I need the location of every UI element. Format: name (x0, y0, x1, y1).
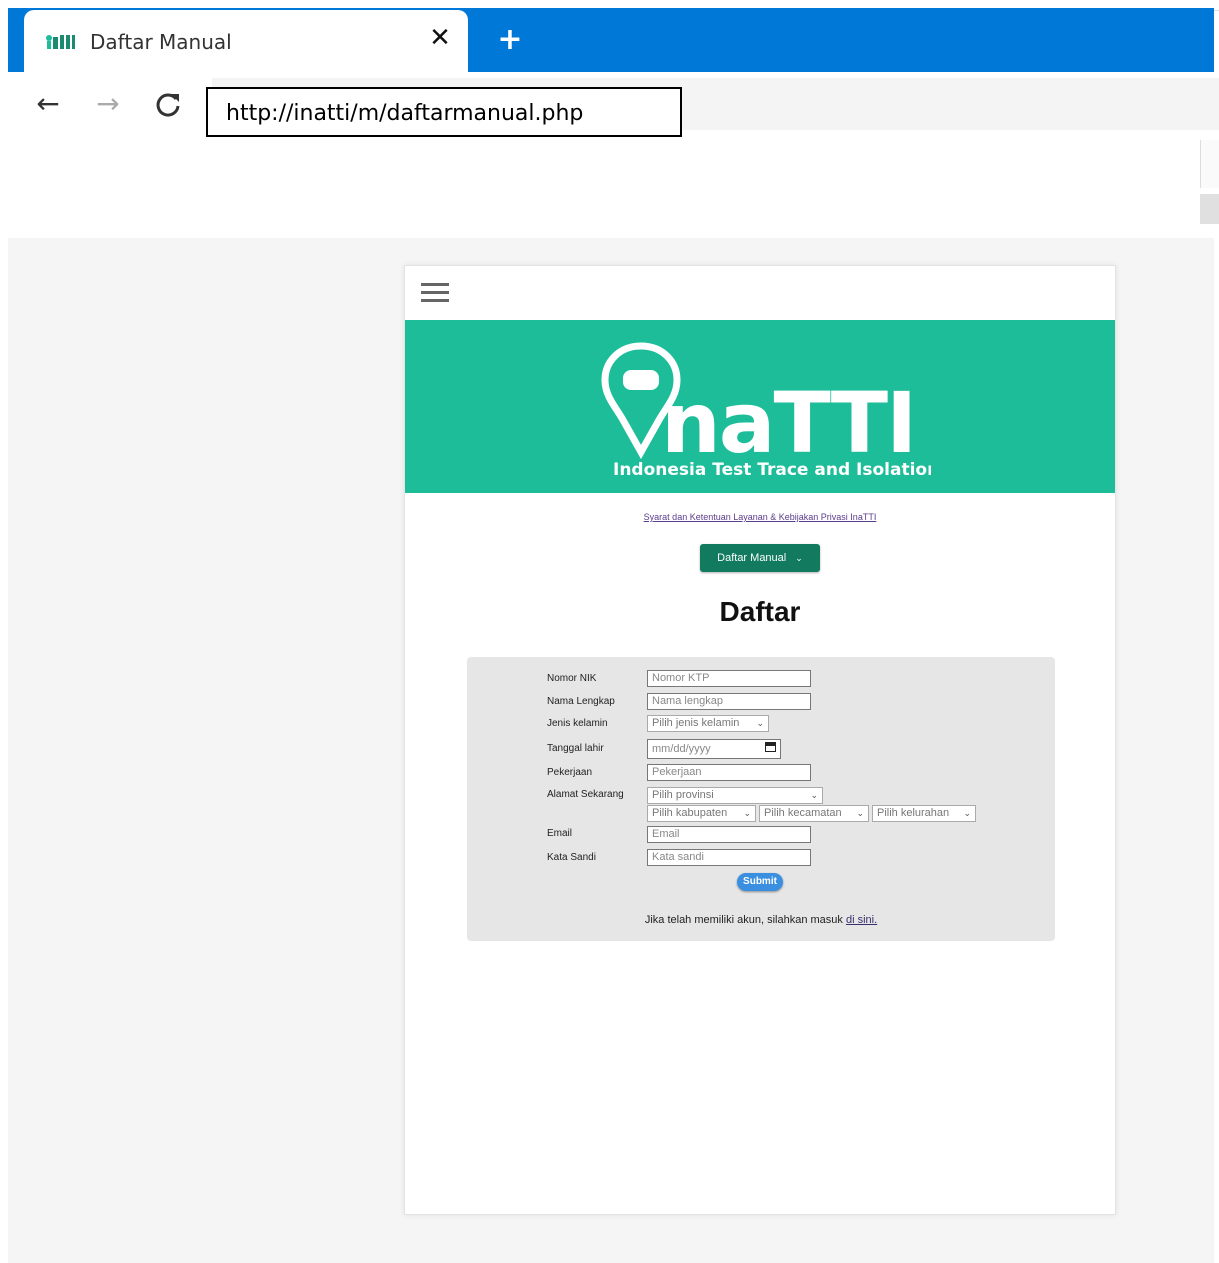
regency-select[interactable]: Pilih kabupaten ⌄ (647, 805, 756, 822)
job-label: Pekerjaan (547, 767, 593, 778)
login-link[interactable]: di sini. (846, 914, 877, 926)
tab-title: Daftar Manual (90, 30, 232, 54)
name-input[interactable]: Nama lengkap (647, 693, 811, 710)
village-select-value: Pilih kelurahan (877, 807, 950, 819)
district-select[interactable]: Pilih kecamatan ⌄ (759, 805, 869, 822)
registration-mode-dropdown[interactable]: Daftar Manual ⌄ (700, 544, 820, 572)
registration-form: Nomor NIK Nomor KTP Nama Lengkap Nama le… (467, 657, 1055, 941)
login-prompt-text: Jika telah memiliki akun, silahkan masuk (644, 914, 846, 926)
gender-select-value: Pilih jenis kelamin (652, 717, 740, 729)
name-label: Nama Lengkap (547, 696, 615, 707)
chevron-down-icon: ⌄ (795, 553, 803, 563)
page-title: Daftar (719, 596, 801, 627)
nik-input[interactable]: Nomor KTP (647, 670, 811, 687)
back-arrow-icon[interactable]: ← (32, 88, 64, 120)
mobile-frame: naTTI Indonesia Test Trace and Isolation… (404, 265, 1116, 1215)
dob-placeholder: mm/dd/yyyy (652, 743, 711, 755)
province-select-value: Pilih provinsi (652, 789, 714, 801)
forward-arrow-icon[interactable]: → (92, 88, 124, 120)
chevron-down-icon: ⌄ (963, 808, 971, 818)
chevron-down-icon: ⌄ (856, 808, 864, 818)
svg-text:naTTI: naTTI (661, 374, 915, 472)
address-bar[interactable]: http://inatti/m/daftarmanual.php (206, 87, 682, 137)
gender-label: Jenis kelamin (547, 718, 608, 729)
brand-banner: naTTI Indonesia Test Trace and Isolation (405, 320, 1115, 493)
new-tab-icon[interactable]: + (494, 24, 526, 56)
dropdown-label: Daftar Manual (717, 552, 787, 564)
address-url: http://inatti/m/daftarmanual.php (226, 101, 584, 126)
chevron-down-icon: ⌄ (756, 718, 764, 728)
email-label: Email (547, 828, 573, 839)
dob-input[interactable]: mm/dd/yyyy (647, 739, 781, 759)
banner-tagline: Indonesia Test Trace and Isolation (613, 460, 931, 480)
tab-close-icon[interactable]: ✕ (426, 24, 454, 52)
chevron-down-icon: ⌄ (810, 790, 818, 800)
password-input[interactable]: Kata sandi (647, 849, 811, 866)
submit-button[interactable]: Submit (737, 873, 783, 891)
gender-select[interactable]: Pilih jenis kelamin ⌄ (647, 715, 769, 732)
reload-icon[interactable] (152, 88, 184, 120)
province-select[interactable]: Pilih provinsi ⌄ (647, 787, 823, 804)
village-select[interactable]: Pilih kelurahan ⌄ (872, 805, 976, 822)
inatti-logo: naTTI Indonesia Test Trace and Isolation (601, 342, 931, 480)
email-input[interactable]: Email (647, 826, 811, 843)
inatti-favicon-icon (44, 32, 76, 52)
regency-select-value: Pilih kabupaten (652, 807, 728, 819)
login-prompt: Jika telah memiliki akun, silahkan masuk… (467, 914, 1055, 926)
job-input[interactable]: Pekerjaan (647, 764, 811, 781)
password-label: Kata Sandi (547, 852, 596, 863)
side-panel-edge (1200, 140, 1219, 188)
nik-label: Nomor NIK (547, 673, 597, 684)
calendar-icon[interactable] (765, 742, 776, 752)
terms-privacy-link[interactable]: Syarat dan Ketentuan Layanan & Kebijakan… (405, 512, 1115, 522)
hamburger-icon[interactable] (421, 283, 449, 305)
chevron-down-icon: ⌄ (743, 808, 751, 818)
address-label: Alamat Sekarang (547, 789, 624, 800)
side-panel-handle[interactable] (1200, 194, 1219, 224)
dob-label: Tanggal lahir (547, 743, 604, 754)
district-select-value: Pilih kecamatan (764, 807, 842, 819)
browser-tab[interactable]: Daftar Manual ✕ (24, 10, 468, 74)
